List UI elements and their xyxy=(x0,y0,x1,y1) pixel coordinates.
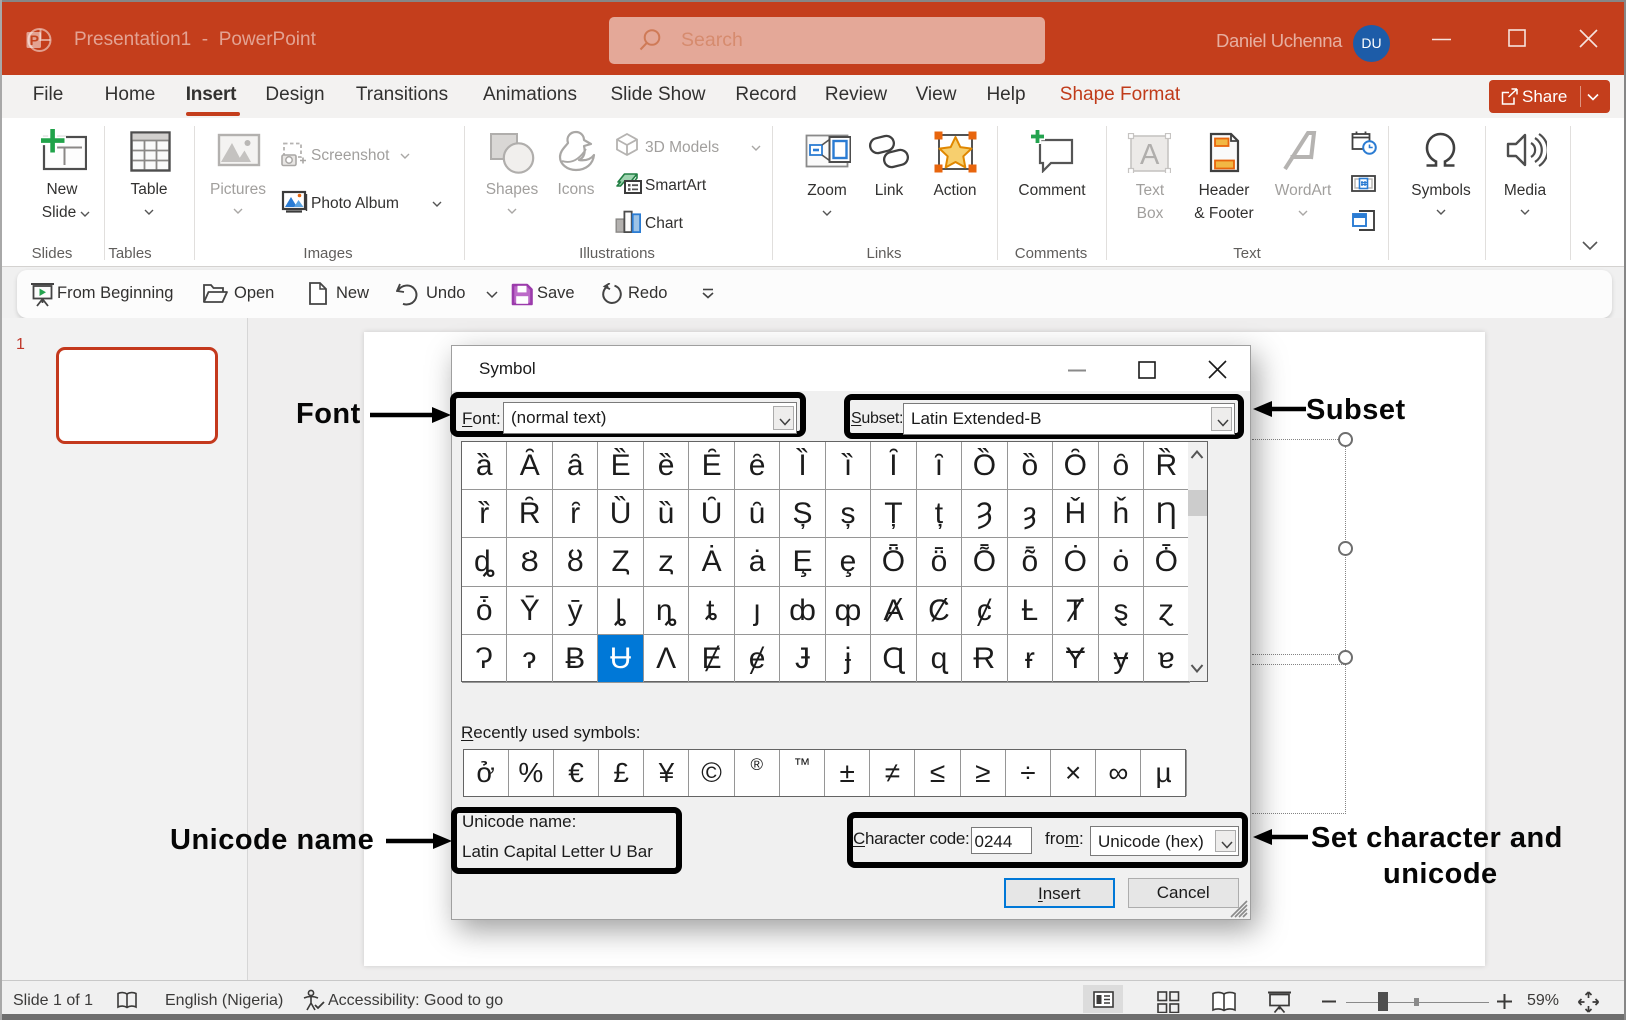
svg-text:A: A xyxy=(1140,139,1160,171)
svg-text:P: P xyxy=(30,32,39,48)
